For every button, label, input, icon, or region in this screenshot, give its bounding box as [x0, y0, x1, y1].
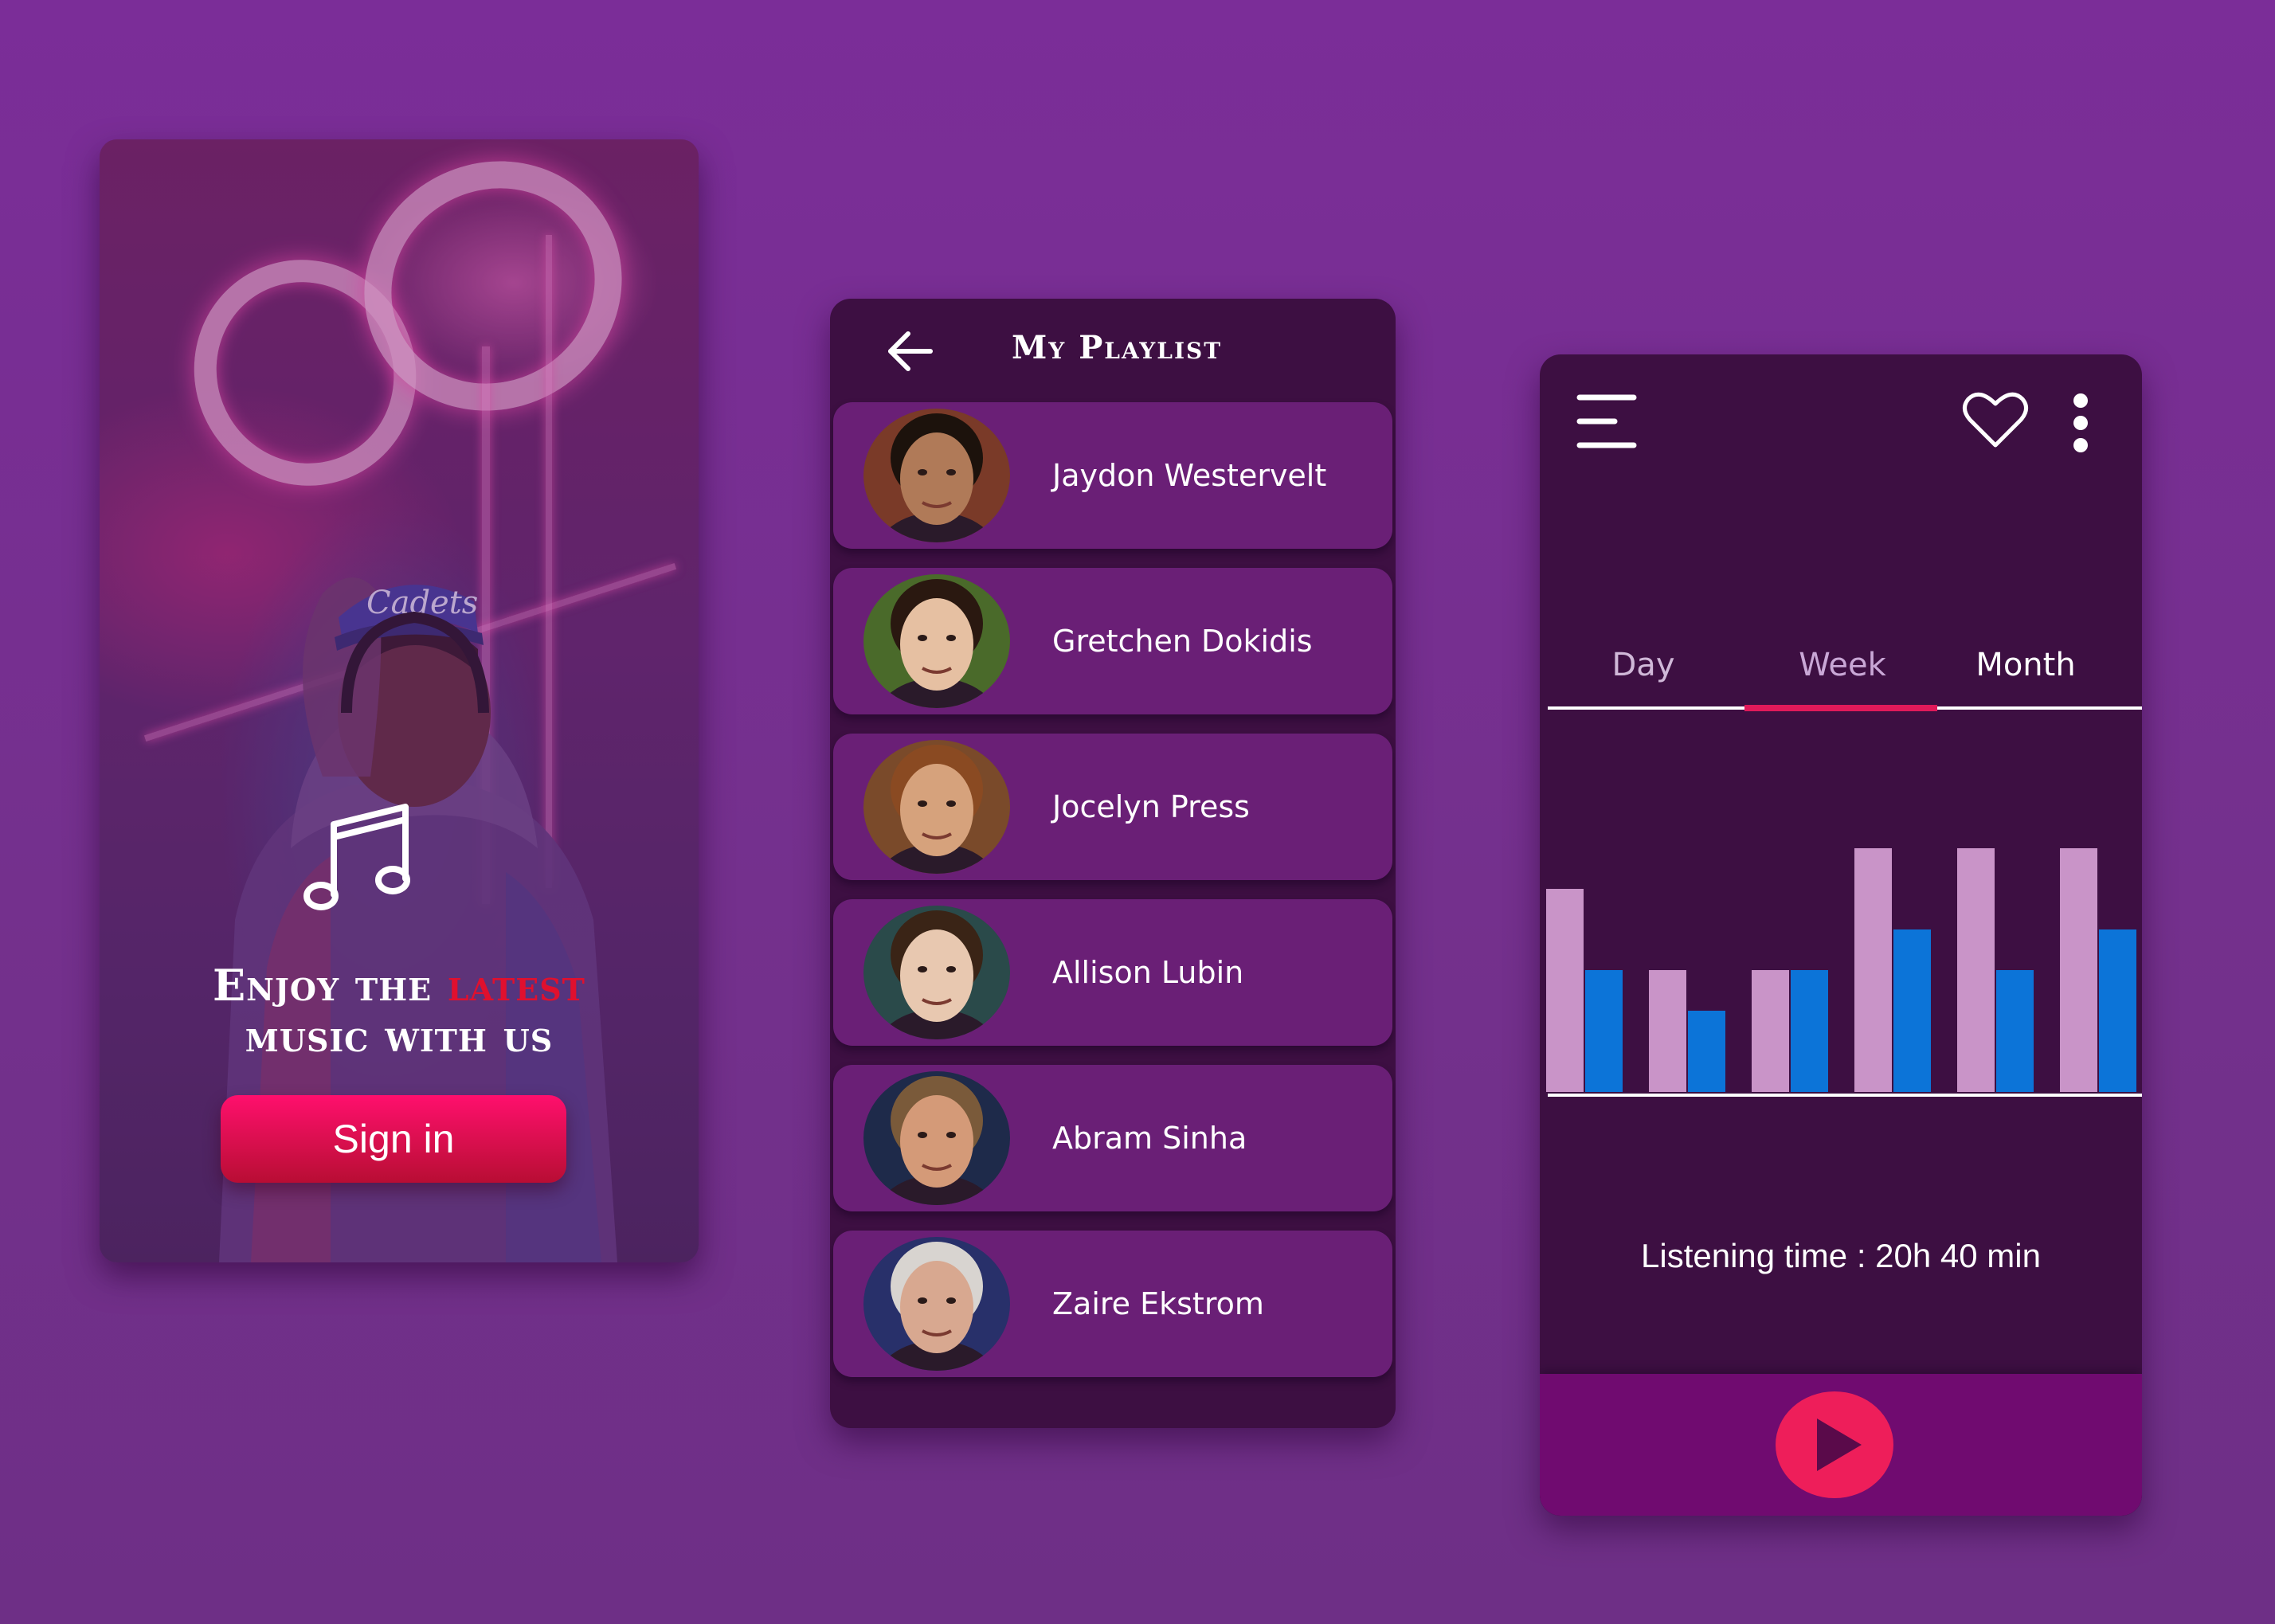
- avatar: [863, 906, 1010, 1039]
- chart-bar-series-2: [2099, 929, 2136, 1092]
- tab-active-indicator: [1744, 705, 1937, 711]
- more-vertical-icon[interactable]: [2071, 393, 2090, 453]
- listening-time-text: Listening time : 20h 40 min: [1641, 1237, 2041, 1274]
- chart-bar-series-1: [1649, 970, 1686, 1092]
- tagline-accent-word: latest: [447, 960, 585, 1011]
- player-bar: [1540, 1374, 2142, 1516]
- period-tabs: Day Week Month: [1548, 625, 2142, 713]
- heart-icon[interactable]: [1962, 389, 2029, 450]
- chart-bar-series-1: [1854, 848, 1892, 1092]
- tab-day[interactable]: Day: [1588, 625, 1699, 705]
- music-note-icon: [303, 804, 410, 910]
- play-button[interactable]: [1776, 1391, 1893, 1498]
- avatar: [863, 409, 1010, 542]
- playlist-screen: My Playlist Jaydon Westervelt Gretchen Do…: [830, 299, 1396, 1428]
- chart-bar-series-1: [2060, 848, 2097, 1092]
- playlist-item[interactable]: Jaydon Westervelt: [833, 402, 1392, 549]
- tagline-line-2: music with us: [245, 1011, 554, 1062]
- avatar: [863, 1237, 1010, 1371]
- avatar: [863, 574, 1010, 708]
- chart-bar-series-2: [1688, 1011, 1725, 1092]
- tab-week[interactable]: Week: [1779, 625, 1906, 705]
- tagline-part-1: Enjoy the: [213, 960, 448, 1011]
- track-name: Zaire Ekstrom: [1052, 1286, 1264, 1321]
- back-arrow-icon[interactable]: [886, 327, 934, 375]
- track-name: Allison Lubin: [1052, 955, 1244, 990]
- avatar: [863, 740, 1010, 874]
- track-name: Abram Sinha: [1052, 1121, 1247, 1156]
- playlist-header: My Playlist: [830, 299, 1396, 401]
- track-name: Jaydon Westervelt: [1052, 458, 1327, 493]
- play-icon: [1817, 1419, 1862, 1471]
- chart-bar-series-1: [1957, 848, 1995, 1092]
- tint-overlay: [100, 139, 699, 1262]
- signin-screen: Cadets Enjoy the latest music with us Si…: [100, 139, 699, 1262]
- chart-bar-series-2: [1791, 970, 1828, 1092]
- stats-screen: Day Week Month Listening time : 20h 40 m…: [1540, 354, 2142, 1516]
- avatar: [863, 1071, 1010, 1205]
- chart-bar-series-2: [1893, 929, 1931, 1092]
- chart-bar-series-1: [1546, 889, 1584, 1092]
- tagline: Enjoy the latest music with us: [100, 960, 699, 1062]
- chart-bar-series-2: [1585, 970, 1623, 1092]
- playlist-item[interactable]: Jocelyn Press: [833, 734, 1392, 880]
- chart-baseline: [1548, 1094, 2142, 1097]
- page-title: My Playlist: [1012, 329, 1223, 366]
- chart-bar-series-1: [1752, 970, 1789, 1092]
- menu-icon[interactable]: [1576, 393, 1637, 450]
- playlist-item[interactable]: Gretchen Dokidis: [833, 568, 1392, 714]
- tagline-line-1: Enjoy the latest: [100, 960, 699, 1011]
- listening-bar-chart: [1546, 848, 2142, 1097]
- track-name: Jocelyn Press: [1052, 789, 1250, 824]
- track-name: Gretchen Dokidis: [1052, 624, 1313, 659]
- tab-month[interactable]: Month: [1954, 625, 2097, 705]
- playlist-item[interactable]: Zaire Ekstrom: [833, 1231, 1392, 1377]
- playlist-item[interactable]: Allison Lubin: [833, 899, 1392, 1046]
- chart-bar-series-2: [1996, 970, 2034, 1092]
- sign-in-button[interactable]: Sign in: [221, 1095, 566, 1183]
- playlist-item[interactable]: Abram Sinha: [833, 1065, 1392, 1211]
